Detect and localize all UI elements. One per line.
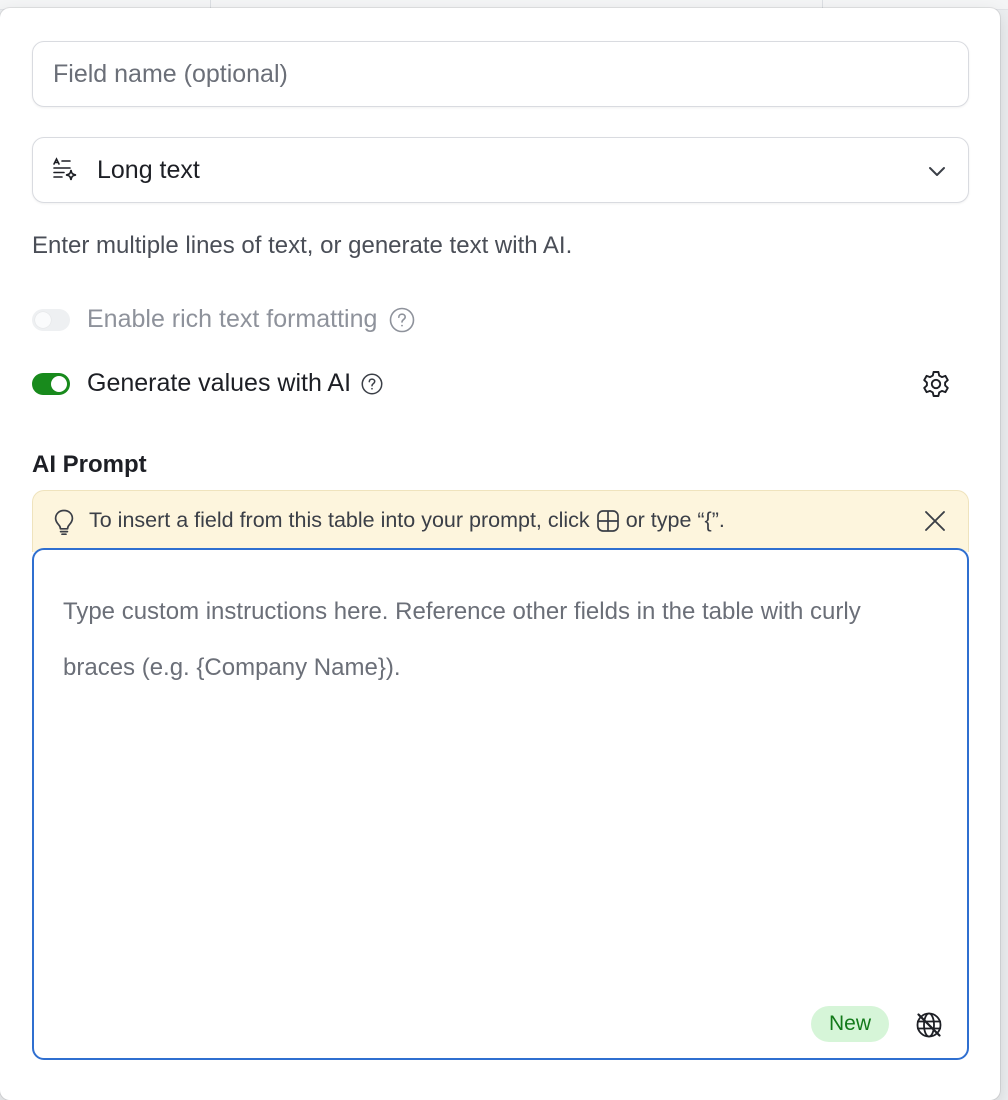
- help-icon[interactable]: [361, 373, 383, 395]
- ai-prompt-title: AI Prompt: [32, 451, 147, 478]
- field-config-panel: Long text Enter multiple lines of text, …: [0, 8, 1000, 1100]
- rich-text-label: Enable rich text formatting: [87, 305, 378, 333]
- lightbulb-icon: [54, 509, 74, 536]
- help-icon[interactable]: [389, 307, 415, 333]
- web-search-off-icon[interactable]: [914, 1010, 944, 1040]
- ai-prompt-placeholder: Type custom instructions here. Reference…: [63, 598, 861, 681]
- insert-field-icon[interactable]: [596, 509, 620, 533]
- gear-icon[interactable]: [920, 368, 952, 400]
- field-type-label: Long text: [97, 156, 200, 184]
- field-name-input[interactable]: [32, 41, 969, 107]
- ai-generate-row: Generate values with AI: [32, 369, 383, 398]
- ai-prompt-textarea[interactable]: Type custom instructions here. Reference…: [32, 548, 969, 1060]
- field-type-description: Enter multiple lines of text, or generat…: [32, 232, 573, 259]
- rich-text-row: Enable rich text formatting: [32, 305, 415, 334]
- truncated-footer-text: [32, 1090, 39, 1100]
- chevron-down-icon: [929, 167, 945, 176]
- ai-generate-toggle[interactable]: [32, 372, 70, 395]
- ai-generate-label: Generate values with AI: [87, 369, 352, 397]
- ai-prompt-hint-banner: To insert a field from this table into y…: [32, 490, 969, 552]
- hint-text-prefix: To insert a field from this table into y…: [89, 508, 590, 532]
- new-badge: New: [811, 1006, 889, 1042]
- field-type-select[interactable]: Long text: [32, 137, 969, 203]
- close-icon[interactable]: [922, 508, 948, 534]
- rich-text-toggle[interactable]: [32, 308, 70, 331]
- long-text-ai-icon: [53, 157, 77, 181]
- hint-text-suffix: or type “{”.: [625, 508, 725, 532]
